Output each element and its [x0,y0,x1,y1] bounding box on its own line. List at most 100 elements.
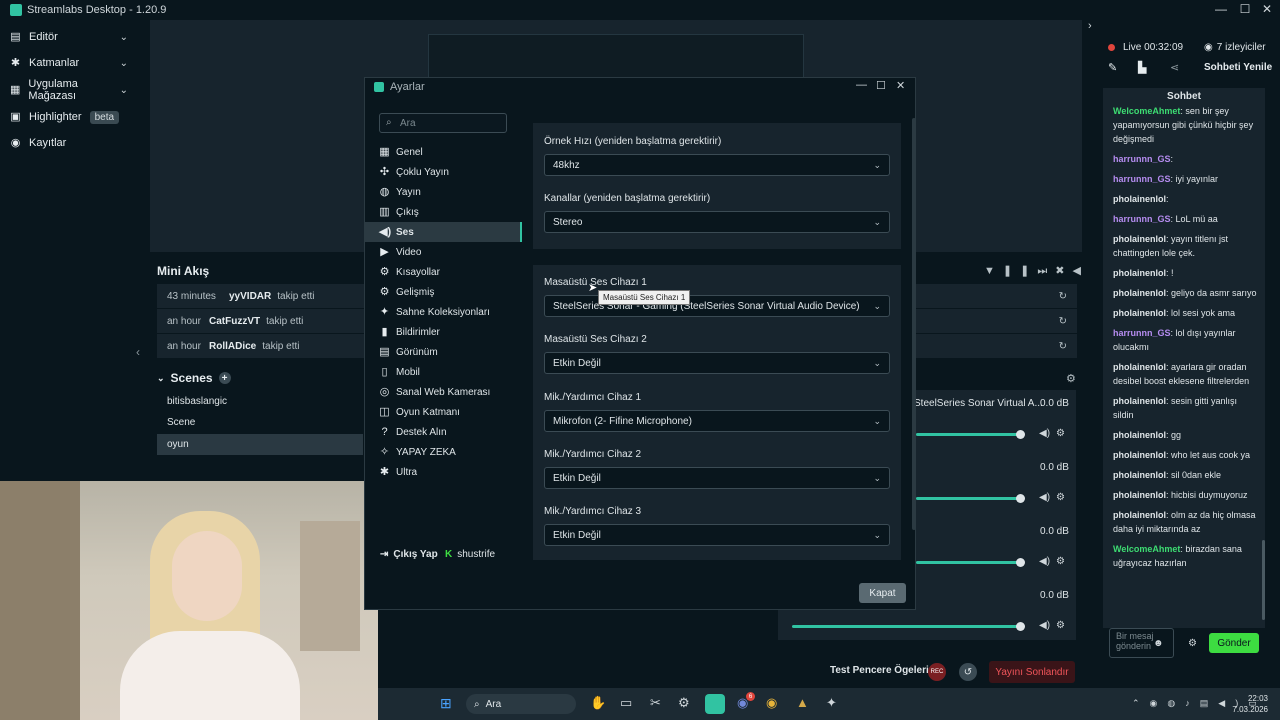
chat-username[interactable]: pholainenlol [1113,510,1166,520]
add-scene-icon[interactable]: + [218,372,231,384]
sample-rate-select[interactable]: 48khz ⌄ [544,154,890,176]
dialog-maximize-icon[interactable]: ☐ [876,79,886,92]
chat-username[interactable]: pholainenlol [1113,288,1166,298]
settings-item-stream[interactable]: ◍ Yayın [364,182,522,202]
record-button[interactable]: REC [928,663,946,681]
network-icon[interactable]: ▤ [1200,698,1219,708]
sidebar-item-layers[interactable]: ✱ Katmanlar ⌄ [10,53,128,73]
taskbar-search[interactable]: ⌕ Ara [466,694,576,714]
gear-icon[interactable]: ⚙ [1056,492,1065,503]
repeat-icon[interactable]: ↻ [1059,341,1067,352]
share-icon[interactable]: ⋖ [1170,61,1179,74]
filter-icon[interactable]: ▼ [984,265,1003,277]
settings-item-mobile[interactable]: ▯ Mobil [364,362,522,382]
settings-item-game-overlay[interactable]: ◫ Oyun Katmanı [364,402,522,422]
emoji-icon[interactable]: ☻ [1153,638,1164,649]
send-button[interactable]: Gönder [1209,633,1259,653]
volume-slider[interactable] [916,561,1022,564]
sidebar-item-store[interactable]: ▦ Uygulama Mağazası ⌄ [10,78,128,102]
sidebar-item-recordings[interactable]: ◉ Kayıtlar [10,133,128,153]
expand-right-icon[interactable]: › [1088,20,1092,32]
settings-item-multistream[interactable]: ✣ Çoklu Yayın [364,162,522,182]
gear-icon[interactable]: ⚙ [1056,556,1065,567]
settings-item-scene-collections[interactable]: ✦ Sahne Koleksiyonları [364,302,522,322]
chat-username[interactable]: pholainenlol [1113,470,1166,480]
settings-scrollbar[interactable] [912,118,916,530]
mic-aux-3-select[interactable]: Etkin Değil ⌄ [544,524,890,546]
chat-username[interactable]: pholainenlol [1113,308,1166,318]
maximize-icon[interactable]: ☐ [1236,2,1254,16]
mixer-settings-gear-icon[interactable]: ⚙ [1066,372,1076,385]
chat-username[interactable]: WelcomeAhmet [1113,106,1180,116]
settings-item-appearance[interactable]: ▤ Görünüm [364,342,522,362]
sidebar-item-editor[interactable]: ▤ Editör ⌄ [10,27,128,47]
repeat-icon[interactable]: ↻ [1059,316,1067,327]
tray-app-icon[interactable]: ◉ [1150,698,1168,708]
chat-settings-gear-icon[interactable]: ⚙ [1188,638,1197,649]
volume-slider[interactable] [916,433,1022,436]
edit-icon[interactable]: ✎ [1108,61,1117,74]
chat-username[interactable]: pholainenlol [1113,396,1166,406]
windows-start-icon[interactable]: ⊞ [440,695,452,712]
taskbar-clock[interactable]: 22:03 7.03.2026 [1232,693,1268,715]
activity-toolbar[interactable]: ▼❚❚⏭✖◀ [984,264,1089,278]
scene-item[interactable]: bitisbaslangic [157,391,363,412]
chat-username[interactable]: pholainenlol [1113,194,1166,204]
close-icon[interactable]: ✕ [1258,2,1276,16]
chat-username[interactable]: pholainenlol [1113,234,1166,244]
speaker-icon[interactable]: ◀) [1039,492,1050,503]
settings-item-virtual-webcam[interactable]: ◎ Sanal Web Kamerası [364,382,522,402]
app-icon[interactable]: ✋ [590,695,606,711]
settings-item-audio[interactable]: ◀) Ses [364,222,522,242]
dialog-close-icon[interactable]: ✕ [896,79,905,92]
chat-username[interactable]: pholainenlol [1113,268,1166,278]
desktop-audio-2-select[interactable]: Etkin Değil ⌄ [544,352,890,374]
volume-slider[interactable] [916,497,1022,500]
volume-slider-knob[interactable] [1016,430,1025,439]
volume-slider-knob[interactable] [1016,494,1025,503]
volume-slider-knob[interactable] [1016,622,1025,631]
mute-alerts-icon[interactable]: ✖ [1055,265,1072,277]
settings-item-hotkeys[interactable]: ⚙ Kısayollar [364,262,522,282]
end-stream-button[interactable]: Yayını Sonlandır [989,661,1075,683]
microphone-icon[interactable]: ♪ [1185,698,1200,708]
chat-username[interactable]: harrunnn_GS [1113,154,1171,164]
chat-username[interactable]: pholainenlol [1113,430,1166,440]
security-icon[interactable]: ◍ [1167,698,1185,708]
chat-input[interactable]: Bir mesaj gönderin [1109,628,1174,658]
channels-select[interactable]: Stereo ⌄ [544,211,890,233]
settings-app-icon[interactable]: ⚙ [678,695,690,711]
skip-icon[interactable]: ⏭ [1037,265,1055,277]
volume-slider[interactable] [792,625,1022,628]
settings-item-ultra[interactable]: ✱ Ultra [364,462,522,482]
sidebar-item-highlighter[interactable]: ▣ Highlighter beta [10,107,128,127]
speaker-icon[interactable]: ◀) [1039,556,1050,567]
chat-username[interactable]: harrunnn_GS [1113,214,1171,224]
chat-username[interactable]: pholainenlol [1113,450,1166,460]
stream-preview[interactable] [428,34,804,82]
mic-aux-2-select[interactable]: Etkin Değil ⌄ [544,467,890,489]
chat-username[interactable]: harrunnn_GS [1113,328,1171,338]
repeat-icon[interactable]: ↻ [1059,291,1067,302]
settings-item-ai[interactable]: ✧ YAPAY ZEKA [364,442,522,462]
desktop-audio-1-select[interactable]: SteelSeries Sonar - Gaming (SteelSeries … [544,295,890,317]
dialog-minimize-icon[interactable]: — [856,79,867,91]
settings-item-general[interactable]: ▦ Genel [364,142,522,162]
chevron-down-icon[interactable]: ⌄ [157,373,165,384]
gear-icon[interactable]: ⚙ [1056,620,1065,631]
volume-icon[interactable]: ◀ [1072,265,1088,277]
settings-item-advanced[interactable]: ⚙ Gelişmiş [364,282,522,302]
settings-item-support[interactable]: ? Destek Alın [364,422,522,442]
refresh-chat-button[interactable]: Sohbeti Yenile [1204,62,1272,73]
league-icon[interactable]: ▲ [796,695,809,710]
speaker-icon[interactable]: ◀) [1039,620,1050,631]
gear-icon[interactable]: ⚙ [1056,428,1065,439]
capcut-icon[interactable]: ✂ [650,695,661,711]
settings-item-notifications[interactable]: ▮ Bildirimler [364,322,522,342]
settings-item-output[interactable]: ▥ Çıkış [364,202,522,222]
test-widgets-label[interactable]: Test Pencere Ögeleri [830,665,929,676]
replay-buffer-icon[interactable]: ↺ [959,663,977,681]
settings-search-input[interactable]: ⌕ Ara [379,113,507,133]
minimize-icon[interactable]: — [1212,2,1230,16]
chat-username[interactable]: harrunnn_GS [1113,174,1171,184]
